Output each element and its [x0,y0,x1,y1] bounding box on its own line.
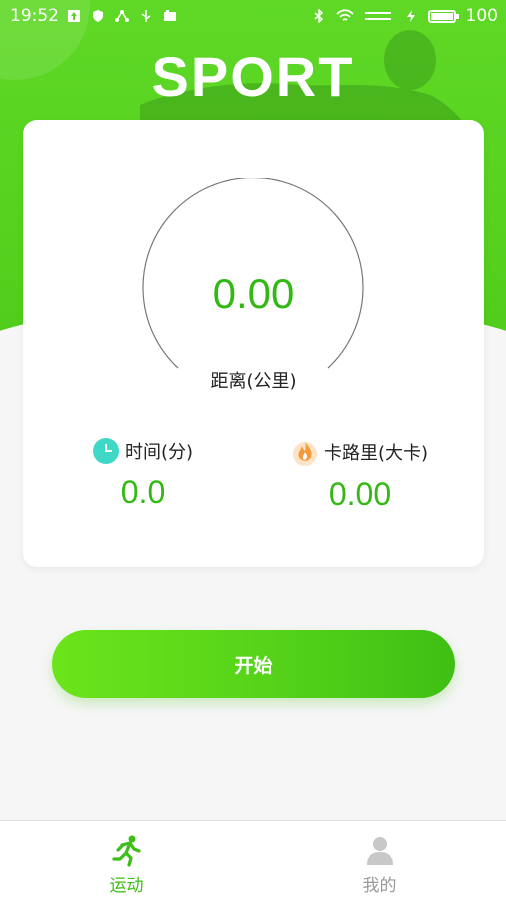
page-title: SPORT [151,45,355,108]
person-icon [366,837,393,865]
tab-sport[interactable]: 运动 [0,821,253,901]
flame-icon [292,442,317,466]
time-label: 时间(分) [124,442,194,463]
signal-icon [364,12,391,20]
time-value: 0.0 [120,474,166,510]
calorie-stat-header: 卡路里(大卡) [250,438,470,466]
upload-icon [68,10,80,22]
usb-icon [141,10,151,22]
card-icon [164,10,176,21]
status-time: 19:52 [10,6,59,26]
status-left-icons [67,9,177,23]
calorie-value: 0.00 [328,476,392,512]
time-stat: 时间(分) 0.0 [33,438,253,511]
stats-card: 0.00 距离(公里) 时间(分) 0.0 卡路里(大卡) 0.00 [23,120,484,567]
bluetooth-icon [314,9,323,23]
running-icon [111,835,141,867]
share-icon [115,10,129,22]
bottom-tab-bar: 运动 我的 [0,820,506,901]
battery-icon [427,9,459,23]
status-bar: 19:52 100 [0,0,506,32]
time-stat-header: 时间(分) [33,438,253,464]
charging-icon [406,10,415,22]
wifi-icon [335,9,354,21]
tab-sport-label: 运动 [109,876,144,896]
distance-value: 0.00 [212,270,295,317]
tab-profile-label: 我的 [362,876,397,896]
clock-icon [92,438,119,464]
start-button[interactable]: 开始 [52,630,455,698]
calorie-label: 卡路里(大卡) [323,443,429,464]
distance-label: 距离(公里) [210,371,297,392]
calorie-stat: 卡路里(大卡) 0.00 [250,438,470,513]
battery-level: 100 [465,6,498,26]
tab-profile[interactable]: 我的 [253,821,506,901]
status-right-icons: 100 [312,6,498,26]
shield-icon [93,10,103,22]
